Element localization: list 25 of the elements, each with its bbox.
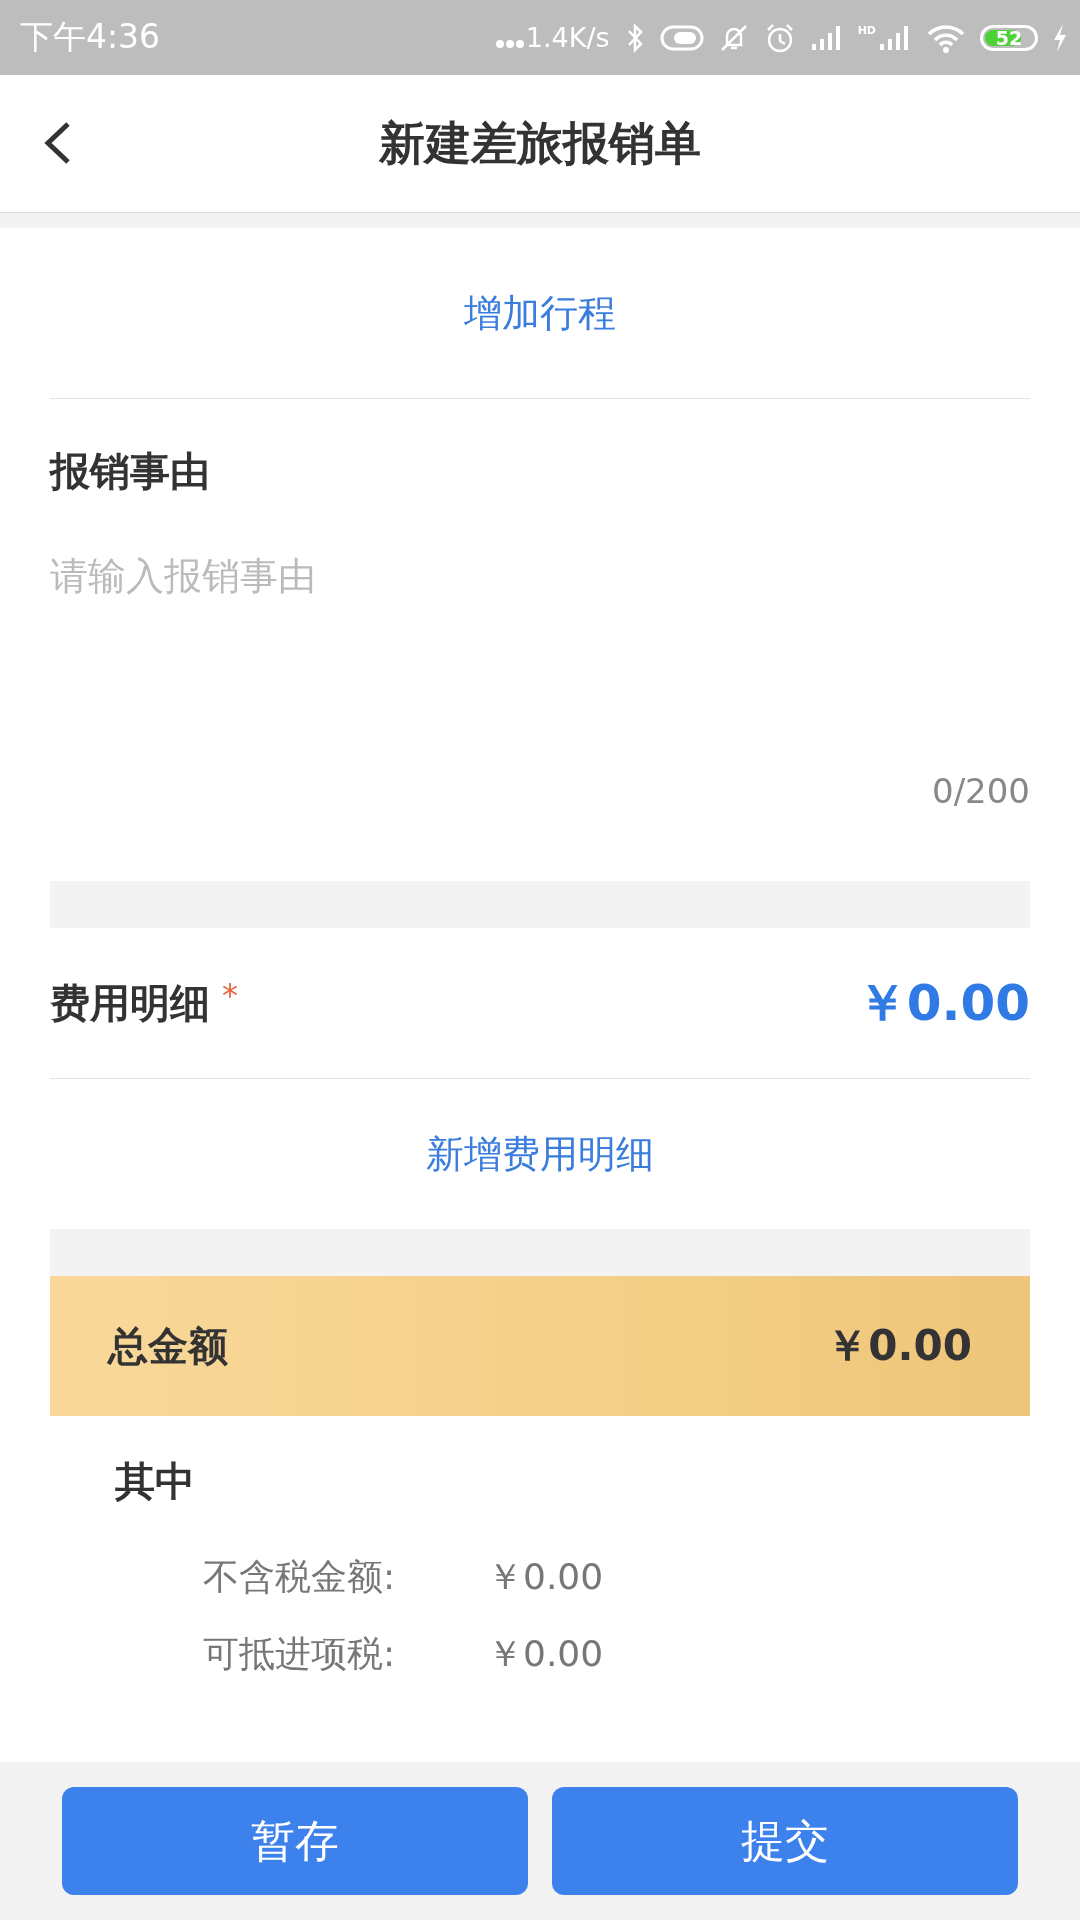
field-label: 可抵进项税:: [203, 1632, 397, 1676]
add-trip-link[interactable]: 增加行程: [464, 287, 616, 339]
hd-label: HD: [857, 23, 876, 37]
battery-level: 52: [995, 26, 1023, 49]
total-label: 总金额: [108, 1321, 228, 1371]
add-expense-link[interactable]: 新增费用明细: [426, 1128, 654, 1180]
wifi-icon: [926, 22, 966, 53]
field-value: ￥0.00: [487, 1632, 604, 1676]
network-speed: 1.4K/s: [525, 22, 610, 53]
page-title: 新建差旅报销单: [379, 114, 701, 172]
section-title: 报销事由: [50, 447, 211, 496]
total-amount: ￥0.00: [826, 1320, 972, 1372]
section-title: 其中: [115, 1457, 196, 1506]
field-label: 不含税金额:: [203, 1555, 397, 1599]
expense-amount: ￥0.00: [856, 972, 1030, 1034]
dots-icon: [495, 38, 524, 49]
action-button[interactable]: 暂存: [62, 1787, 528, 1895]
action-button[interactable]: 提交: [552, 1787, 1018, 1895]
back-icon: [42, 121, 72, 165]
clock-time: 下午4:36: [20, 16, 161, 58]
toggle-icon: [659, 24, 704, 51]
charging-icon: [1052, 22, 1068, 53]
field-value: ￥0.00: [487, 1555, 604, 1599]
section-title: 费用明细: [50, 978, 210, 1028]
required-mark: *: [222, 975, 238, 1014]
